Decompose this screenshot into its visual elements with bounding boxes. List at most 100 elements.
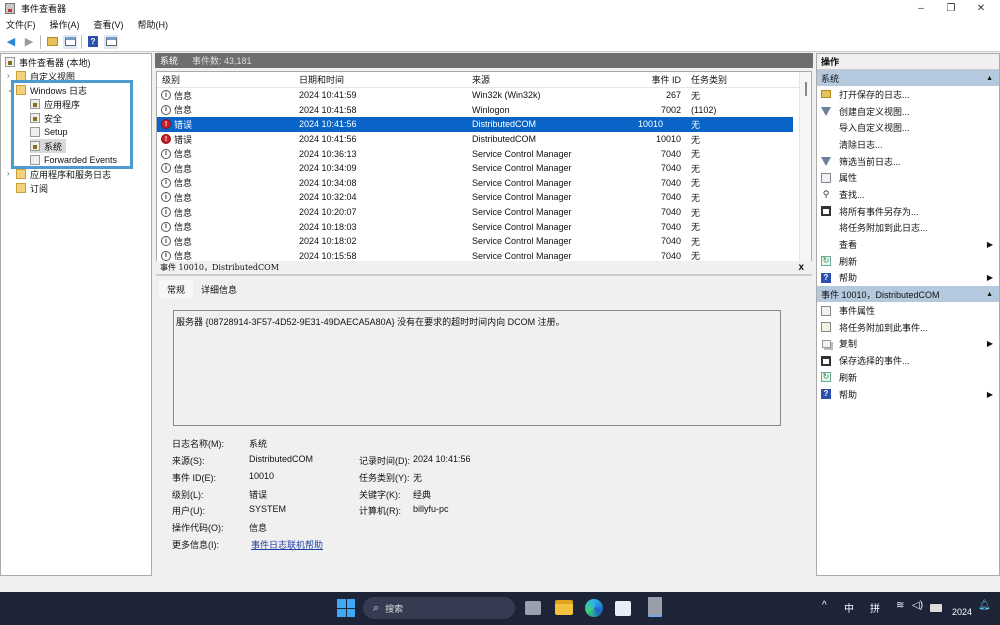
taskbar-search-box[interactable]: ⌕ 搜索 [363,597,515,619]
event-list-scrollbar[interactable] [799,72,811,262]
close-button[interactable]: ✕ [966,0,996,16]
volume-icon[interactable]: ◁) [912,600,923,611]
column-header-task-category[interactable]: 任务类别 [691,73,727,86]
event-row[interactable]: i 信息 2024 10:18:03 Service Control Manager 7… [157,219,811,234]
task-category-cell: 无 [691,192,701,203]
actions-section-event[interactable]: 事件 10010，DistributedCOM ▲ [817,286,999,303]
menu-file[interactable]: 文件(F) [6,18,36,31]
event-row[interactable]: ! 错误 2024 10:41:56 DistributedCOM 10010 无 [157,132,811,147]
action-item[interactable]: 复制 ▶ [817,336,999,353]
action-item[interactable]: 将所有事件另存为... [817,203,999,220]
level-cell: i 信息 [161,176,192,189]
ime-pinyin-indicator[interactable]: 拼 [870,600,880,615]
action-item[interactable]: 查看 ▶ [817,236,999,253]
level-text: 信息 [174,207,193,218]
action-item[interactable]: ⚲ 查找... [817,186,999,203]
tree-item-app-service-logs[interactable]: 应用程序和服务日志 [16,167,111,181]
event-row[interactable]: i 信息 2024 10:34:09 Service Control Manager 7… [157,161,811,176]
forward-arrow-icon[interactable]: ▶ [22,35,36,49]
action-item[interactable]: 创建自定义视图... [817,103,999,120]
online-help-link[interactable]: 事件日志联机帮助 [251,538,323,551]
subscription-icon [16,183,26,193]
action-item[interactable]: ↻ 刷新 [817,253,999,270]
action-item[interactable]: 将任务附加到此事件... [817,319,999,336]
collapse-triangle-icon[interactable]: ▲ [986,291,993,298]
menu-help[interactable]: 帮助(H) [138,18,169,31]
task-view-icon[interactable] [525,601,541,615]
datetime-cell: 2024 10:41:59 [299,90,357,101]
tab-details[interactable]: 详细信息 [193,280,245,298]
show-hide-action-pane-icon[interactable] [104,34,118,49]
column-header-event-id[interactable]: 事件 ID [651,73,681,86]
file-explorer-icon[interactable] [555,600,573,615]
event-row[interactable]: i 信息 2024 10:41:59 Win32k (Win32k) 267 无 [157,88,811,103]
menu-view[interactable]: 查看(V) [94,18,124,31]
event-viewer-taskbar-icon[interactable] [648,597,662,617]
event-description[interactable]: 服务器 {08728914-3F57-4D52-9E31-49DAECA5A80… [173,310,781,426]
maximize-button[interactable]: ❐ [936,0,966,16]
expand-chevron-icon[interactable]: › [7,169,10,178]
level-cell: i 信息 [161,162,192,175]
ime-mode-indicator[interactable]: 中 [844,600,854,615]
microsoft-store-icon[interactable] [615,601,631,616]
window-title: 事件查看器 [21,3,67,14]
event-row[interactable]: i 信息 2024 10:20:07 Service Control Manager 7… [157,205,811,220]
event-id-cell: 7002 [660,104,681,115]
tree-item-subscriptions[interactable]: 订阅 [16,181,48,195]
user-label: 用户(U): [172,506,205,516]
show-hidden-icons-chevron-icon[interactable]: ^ [822,600,827,611]
expand-chevron-icon[interactable]: › [7,71,10,80]
action-item[interactable]: 筛选当前日志... [817,153,999,170]
collapse-triangle-icon[interactable]: ▲ [986,75,993,82]
action-item[interactable]: 清除日志... [817,136,999,153]
event-row[interactable]: i 信息 2024 10:18:02 Service Control Manager 7… [157,234,811,249]
menu-action[interactable]: 操作(A) [50,18,80,31]
toolbar-separator [40,34,41,49]
scrollbar-thumb[interactable] [805,82,807,96]
notification-bell-icon[interactable]: 🔔︎ [978,600,991,611]
tree-item-label: 应用程序和服务日志 [30,169,112,180]
task-category-cell: 无 [691,90,701,101]
event-row[interactable]: i 信息 2024 10:41:58 Winlogon 7002 (1102) [157,103,811,118]
help-icon[interactable]: ? [86,35,100,49]
back-arrow-icon[interactable]: ◀ [4,35,18,49]
action-item[interactable]: ? 帮助 ▶ [817,270,999,287]
source-cell: Service Control Manager [472,207,572,218]
action-item[interactable]: ? 帮助 ▶ [817,386,999,403]
column-header-level[interactable]: 级别 [162,73,180,86]
action-item[interactable]: 属性 [817,169,999,186]
action-item[interactable]: 事件属性 [817,302,999,319]
clock[interactable]: 2024 [952,607,972,617]
action-item[interactable]: 打开保存的日志... [817,86,999,103]
close-detail-button[interactable]: x [798,262,804,273]
task-category-cell: 无 [691,119,701,130]
event-row[interactable]: ! 错误 2024 10:41:56 DistributedCOM 10010 无 [157,117,793,132]
event-row[interactable]: i 信息 2024 10:36:13 Service Control Manager 7… [157,146,811,161]
event-row[interactable]: i 信息 2024 10:32:04 Service Control Manager 7… [157,190,811,205]
minimize-button[interactable]: – [906,0,936,16]
task-category-label: 任务类别(Y): [359,473,410,483]
up-folder-icon[interactable] [45,35,59,49]
battery-icon[interactable] [930,604,942,612]
source-cell: Service Control Manager [472,236,572,247]
column-header-source[interactable]: 来源 [472,73,490,86]
error-icon: ! [161,134,171,145]
help-icon: ? [821,389,831,400]
start-button-windows-icon[interactable] [337,599,355,617]
column-header-datetime[interactable]: 日期和时间 [299,73,344,86]
show-hide-tree-icon[interactable] [63,34,77,49]
event-id-cell: 267 [665,90,681,101]
action-item[interactable]: 将任务附加到此日志... [817,220,999,237]
action-item[interactable]: 导入自定义视图... [817,119,999,136]
tab-general[interactable]: 常规 [159,280,194,298]
event-row[interactable]: i 信息 2024 10:34:08 Service Control Manager 7… [157,176,811,191]
submenu-arrow-icon: ▶ [986,389,993,399]
actions-section-system[interactable]: 系统 ▲ [817,70,999,86]
action-label: 筛选当前日志... [839,156,901,167]
edge-browser-icon[interactable] [585,599,603,617]
wifi-icon[interactable]: ≋ [896,600,904,611]
tree-root[interactable]: 事件查看器 (本地) [5,55,91,69]
action-item[interactable]: 保存选择的事件... [817,352,999,369]
event-viewer-icon [5,57,15,67]
action-item[interactable]: ↻ 刷新 [817,369,999,386]
